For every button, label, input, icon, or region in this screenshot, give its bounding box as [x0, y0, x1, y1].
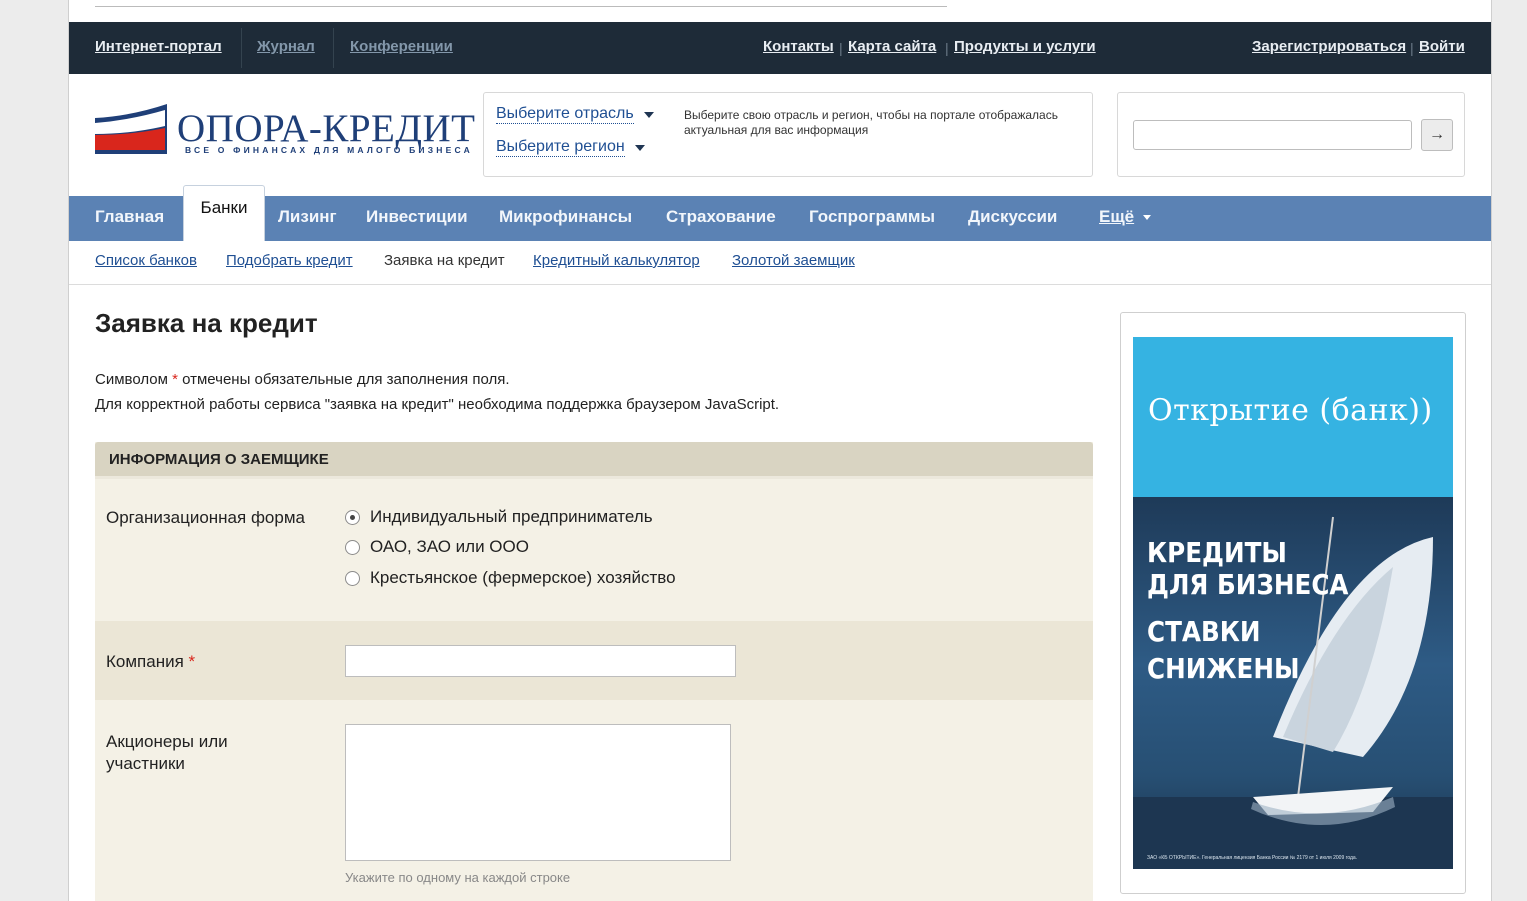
radio-individual[interactable]: Индивидуальный предприниматель [345, 507, 653, 527]
page: Интернет-портал Журнал Конференции Конта… [68, 0, 1492, 901]
topbar-divider [333, 28, 334, 68]
radio-label: Индивидуальный предприниматель [370, 507, 653, 526]
logo-flag-icon[interactable] [95, 104, 167, 154]
link-conferences[interactable]: Конференции [350, 38, 453, 55]
nav-item-home[interactable]: Главная [95, 207, 164, 227]
subnav-divider [69, 284, 1491, 285]
company-label: Компания * [106, 651, 195, 673]
form-section-title: ИНФОРМАЦИЯ О ЗАЕМЩИКЕ [109, 451, 329, 468]
required-note-text: отмечены обязательные для заполнения пол… [177, 371, 510, 388]
borrower-form: ИНФОРМАЦИЯ О ЗАЕМЩИКЕ Организационная фо… [95, 442, 1093, 901]
form-section-header: ИНФОРМАЦИЯ О ЗАЕМЩИКЕ [95, 442, 1093, 479]
ad-headline-line: КРЕДИТЫ [1147, 536, 1287, 569]
link-login[interactable]: Войти [1419, 38, 1465, 55]
ad-fine-print: ЗАО «КБ ОТКРЫТИЕ». Генеральная лицензия … [1147, 855, 1358, 861]
search-button[interactable]: → [1421, 119, 1453, 151]
link-journal[interactable]: Журнал [257, 38, 315, 55]
ad-headline-line: ДЛЯ БИЗНЕСА [1147, 568, 1349, 601]
subnav-calculator[interactable]: Кредитный калькулятор [533, 252, 700, 269]
link-contacts[interactable]: Контакты [763, 38, 834, 55]
ad-banner[interactable]: Открытие (банк)) КРЕДИТЫ ДЛЯ БИЗНЕСА СТА… [1120, 312, 1466, 894]
logo-tagline: ВСЕ О ФИНАНСАХ ДЛЯ МАЛОГО БИЗНЕСА [185, 145, 473, 155]
shareholders-label: Акционеры или участники [106, 731, 228, 775]
separator: | [839, 40, 843, 56]
ad-bank-logo: Открытие (банк)) [1148, 393, 1433, 428]
industry-region-selector: Выберите отрасль Выберите регион Выберит… [483, 92, 1093, 177]
search-input[interactable] [1133, 120, 1412, 150]
required-star: * [188, 652, 196, 671]
selector-hint: Выберите свою отрасль и регион, чтобы на… [684, 108, 1058, 137]
radio-company[interactable]: ОАО, ЗАО или ООО [345, 537, 529, 557]
ad-top: Открытие (банк)) [1133, 337, 1453, 497]
radio-button[interactable] [345, 539, 360, 555]
industry-dropdown[interactable]: Выберите отрасль [496, 105, 634, 124]
ad-headline-line: СТАВКИ [1147, 615, 1261, 648]
region-dropdown[interactable]: Выберите регион [496, 138, 625, 157]
link-internet-portal[interactable]: Интернет-портал [95, 38, 222, 55]
main-nav: Главная Банки Лизинг Инвестиции Микрофин… [69, 185, 1491, 241]
subnav-bank-list[interactable]: Список банков [95, 252, 197, 269]
chevron-down-icon[interactable] [1143, 215, 1151, 220]
nav-item-discussions[interactable]: Дискуссии [968, 207, 1057, 227]
nav-item-banks[interactable]: Банки [183, 185, 265, 241]
arrow-right-icon: → [1429, 126, 1445, 143]
radio-button[interactable] [345, 509, 360, 525]
topbar-divider [241, 28, 242, 68]
shareholders-label-line: Акционеры или [106, 732, 228, 751]
nav-item-leasing[interactable]: Лизинг [278, 207, 337, 227]
nav-item-more[interactable]: Ещё [1099, 207, 1134, 227]
shareholders-textarea[interactable] [345, 724, 731, 861]
subnav-golden-borrower[interactable]: Золотой заемщик [732, 252, 855, 269]
required-note: Символом * отмечены обязательные для зап… [95, 371, 510, 388]
nav-item-insurance[interactable]: Страхование [666, 207, 776, 227]
radio-label: Крестьянское (фермерское) хозяйство [370, 568, 676, 587]
company-label-text: Компания [106, 652, 184, 671]
link-sitemap[interactable]: Карта сайта [848, 38, 936, 55]
company-input[interactable] [345, 645, 736, 677]
separator: | [945, 40, 949, 56]
search-box: → [1117, 92, 1465, 177]
ad-bottom: КРЕДИТЫ ДЛЯ БИЗНЕСА СТАВКИ СНИЖЕНЫ ЗАО «… [1133, 497, 1453, 869]
radio-farm[interactable]: Крестьянское (фермерское) хозяйство [345, 568, 676, 588]
radio-button[interactable] [345, 570, 360, 586]
shareholders-label-line: участники [106, 754, 185, 773]
ad-headline-line: СНИЖЕНЫ [1147, 652, 1300, 685]
required-note-text: Символом [95, 371, 173, 388]
page-title: Заявка на кредит [95, 308, 318, 338]
top-divider [95, 6, 947, 7]
nav-item-gov-programs[interactable]: Госпрограммы [809, 207, 935, 227]
top-bar: Интернет-портал Журнал Конференции Конта… [69, 22, 1491, 74]
chevron-down-icon[interactable] [644, 112, 654, 118]
radio-label: ОАО, ЗАО или ООО [370, 537, 529, 556]
shareholders-hint: Укажите по одному на каждой строке [345, 870, 571, 885]
chevron-down-icon[interactable] [635, 145, 645, 151]
subnav-current: Заявка на кредит [384, 252, 505, 269]
nav-item-microfinance[interactable]: Микрофинансы [499, 207, 632, 227]
javascript-note: Для корректной работы сервиса "заявка на… [95, 396, 780, 413]
separator: | [1410, 40, 1414, 56]
link-products[interactable]: Продукты и услуги [954, 38, 1096, 55]
subnav-pick-credit[interactable]: Подобрать кредит [226, 252, 353, 269]
link-register[interactable]: Зарегистрироваться [1252, 38, 1406, 55]
org-form-label: Организационная форма [106, 508, 305, 527]
nav-item-investments[interactable]: Инвестиции [366, 207, 468, 227]
